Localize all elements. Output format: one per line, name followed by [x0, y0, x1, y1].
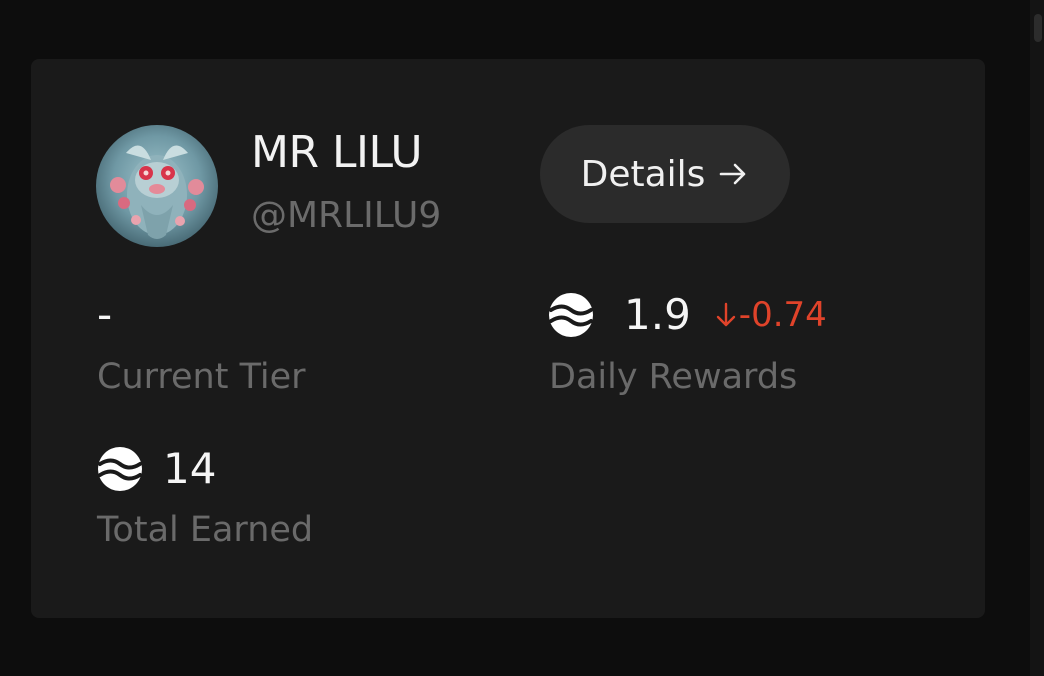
page: MR LILU @MRLILU9 Details - Current Tier	[0, 0, 1044, 676]
profile-handle: @MRLILU9	[251, 195, 442, 236]
current-tier-value: -	[97, 290, 113, 339]
details-button-label: Details	[580, 153, 706, 195]
daily-rewards-label: Daily Rewards	[549, 357, 798, 397]
profile-card: MR LILU @MRLILU9 Details - Current Tier	[31, 59, 985, 618]
daily-rewards-value-row: 1.9 -0.74	[548, 289, 827, 341]
avatar-image	[96, 125, 218, 247]
daily-rewards-value: 1.9	[624, 290, 691, 339]
token-icon	[548, 292, 594, 338]
avatar	[96, 125, 218, 247]
arrow-right-icon	[717, 158, 749, 190]
details-button[interactable]: Details	[540, 125, 790, 223]
total-earned-value: 14	[163, 444, 217, 493]
scrollbar-thumb[interactable]	[1034, 14, 1042, 42]
current-tier-value-row: -	[97, 289, 112, 341]
profile-name: MR LILU	[251, 127, 423, 178]
current-tier-label: Current Tier	[97, 357, 306, 397]
scrollbar[interactable]	[1030, 0, 1044, 676]
total-earned-value-row: 14	[97, 443, 216, 495]
token-icon	[97, 446, 143, 492]
arrow-down-icon	[715, 301, 737, 329]
daily-rewards-delta-value: -0.74	[738, 295, 827, 335]
total-earned-label: Total Earned	[97, 510, 314, 550]
daily-rewards-delta: -0.74	[715, 289, 827, 341]
